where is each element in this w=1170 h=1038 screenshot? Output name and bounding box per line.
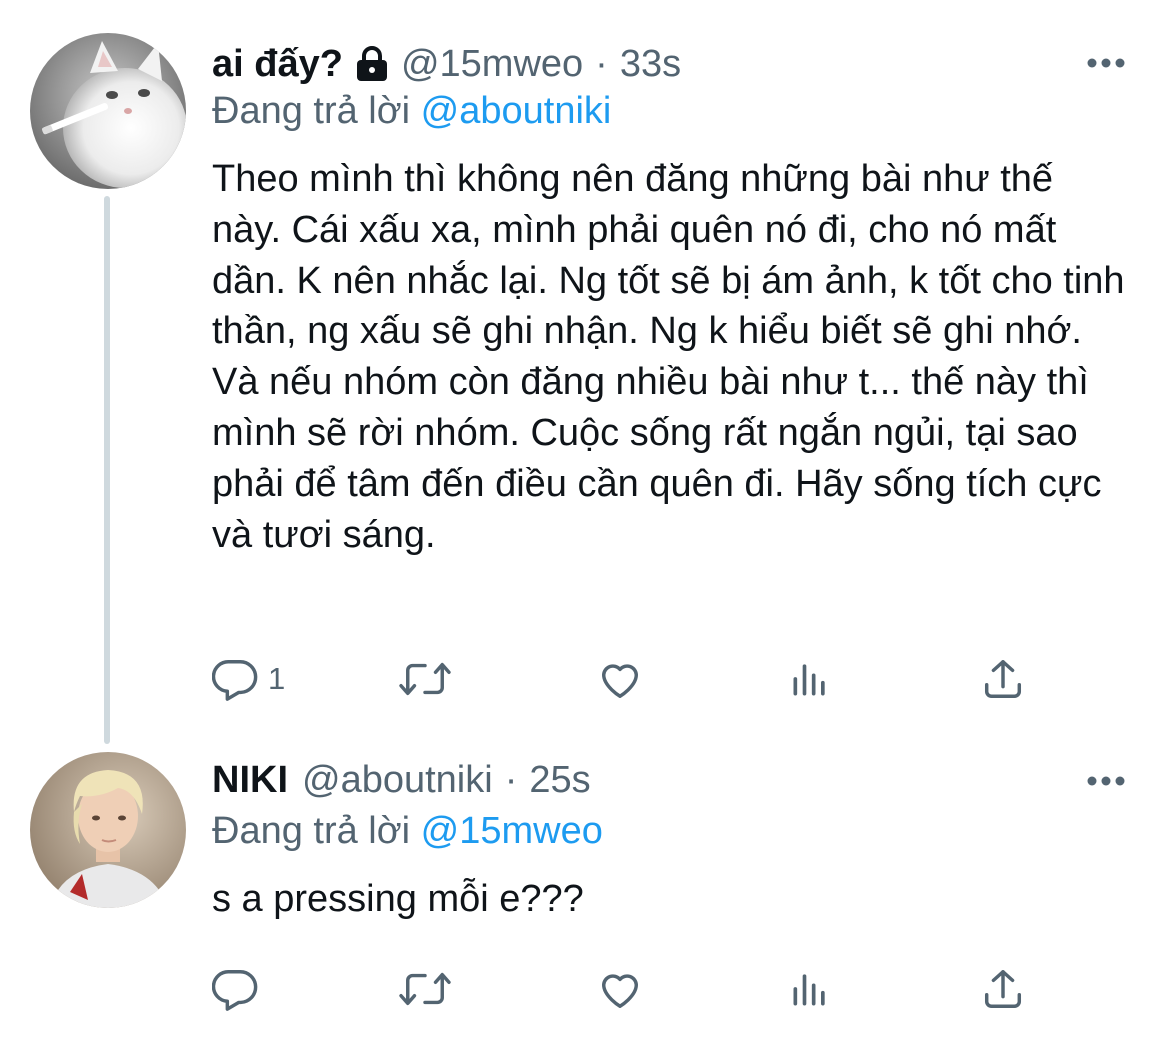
tweet-text: Theo mình thì không nên đăng những bài n…: [212, 158, 1125, 556]
tweet-text: s a pressing mỗi e???: [212, 878, 584, 920]
like-button[interactable]: [596, 964, 644, 1014]
avatar[interactable]: [30, 752, 186, 908]
tweet[interactable]: NIKI @aboutniki · 25s Đang trả lời @15mw…: [0, 740, 1170, 1038]
replying-to: Đang trả lời @15mweo: [212, 810, 603, 853]
share-button[interactable]: [980, 654, 1026, 704]
retweet-button[interactable]: [398, 964, 452, 1014]
reply-icon: [212, 970, 258, 1011]
retweet-icon: [399, 662, 451, 696]
separator: ·: [595, 42, 608, 85]
more-icon[interactable]: [1086, 56, 1126, 68]
like-button[interactable]: [596, 654, 644, 704]
avatar[interactable]: [30, 33, 186, 189]
heart-icon: [601, 664, 639, 698]
display-name[interactable]: NIKI: [212, 759, 288, 802]
replying-to: Đang trả lời @aboutniki: [212, 90, 611, 133]
person-avatar-icon: [30, 752, 186, 908]
display-name[interactable]: ai đấy?: [212, 43, 343, 86]
reply-button[interactable]: 1: [212, 654, 285, 704]
reply-mention-link[interactable]: @aboutniki: [421, 90, 612, 132]
reply-button[interactable]: [212, 964, 268, 1014]
reply-count: 1: [268, 661, 286, 696]
analytics-icon: [793, 664, 825, 696]
share-icon: [984, 970, 1022, 1008]
replying-to-label: Đang trả lời: [212, 90, 411, 132]
reply-icon: [212, 660, 258, 701]
share-icon: [984, 660, 1022, 698]
tweet[interactable]: ai đấy? @15mweo · 33s Đang trả lời @abou…: [0, 0, 1170, 740]
retweet-icon: [399, 972, 451, 1006]
analytics-button[interactable]: [788, 654, 832, 704]
handle[interactable]: @aboutniki: [302, 759, 493, 802]
replying-to-label: Đang trả lời: [212, 810, 411, 852]
retweet-button[interactable]: [398, 654, 452, 704]
handle[interactable]: @15mweo: [401, 43, 583, 86]
timestamp[interactable]: 33s: [620, 43, 681, 86]
timestamp[interactable]: 25s: [529, 759, 590, 802]
tweet-header: NIKI @aboutniki · 25s: [212, 754, 591, 806]
reply-mention-link[interactable]: @15mweo: [421, 810, 603, 852]
action-bar: 1: [210, 654, 1060, 704]
lock-icon: [355, 46, 389, 82]
tweet-header: ai đấy? @15mweo · 33s: [212, 38, 681, 90]
analytics-button[interactable]: [788, 964, 832, 1014]
cat-avatar-icon: [30, 33, 186, 189]
more-icon[interactable]: [1086, 774, 1126, 786]
share-button[interactable]: [980, 964, 1026, 1014]
analytics-icon: [793, 974, 825, 1006]
heart-icon: [601, 974, 639, 1008]
action-bar: [210, 964, 1060, 1014]
separator: ·: [504, 758, 518, 801]
